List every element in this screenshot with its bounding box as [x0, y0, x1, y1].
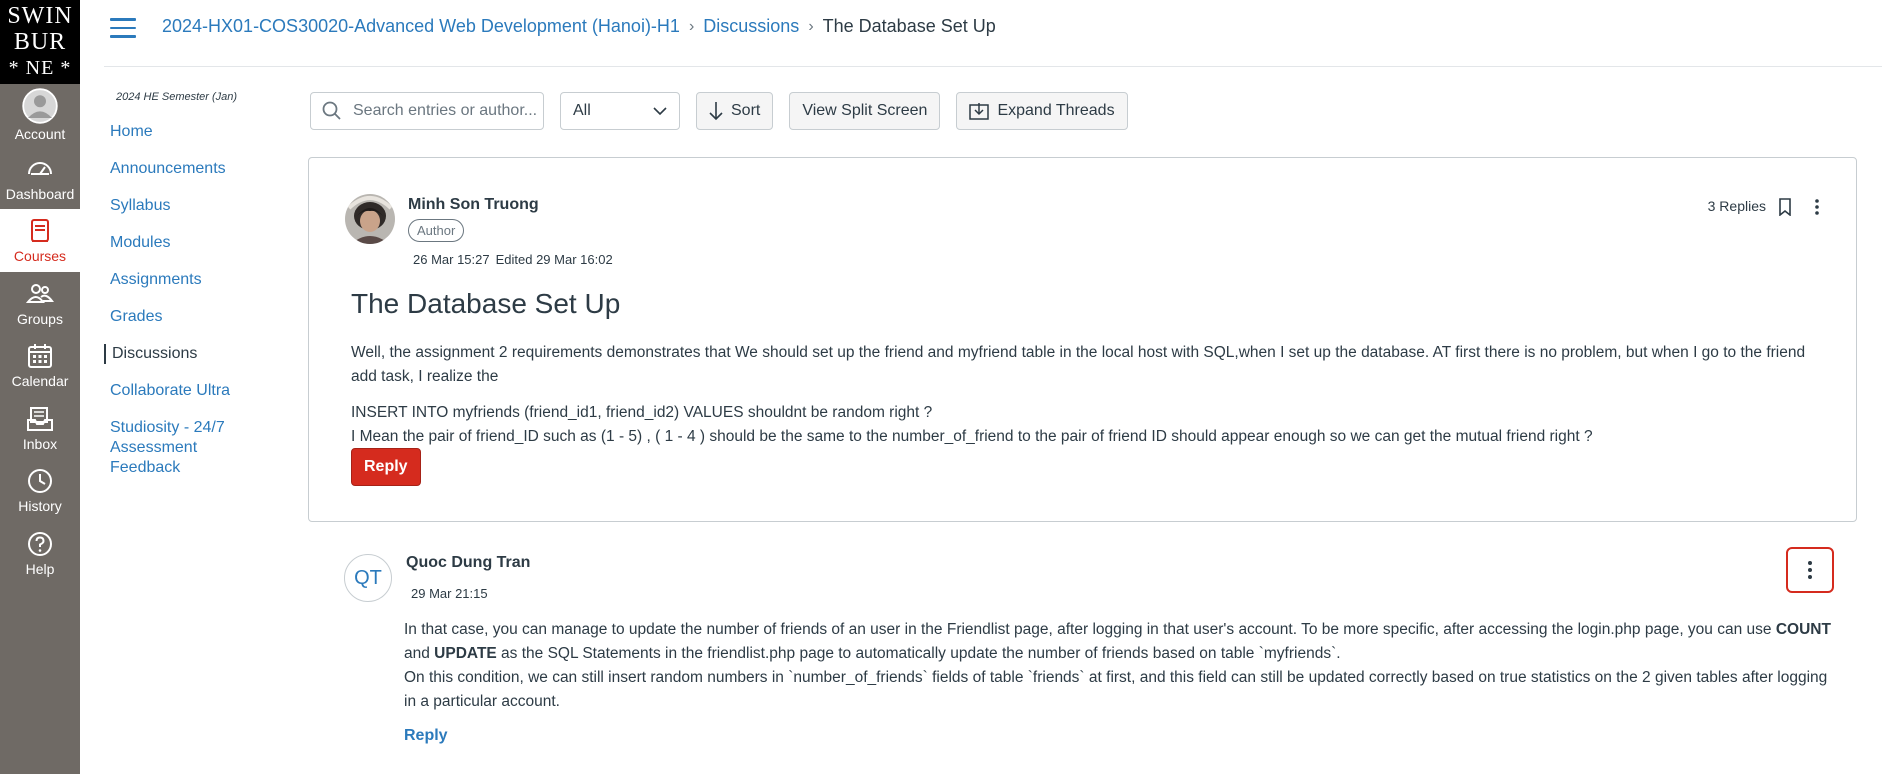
entry-paragraph: On this condition, we can still insert r… — [404, 669, 1828, 710]
post-paragraph: I Mean the pair of friend_ID such as (1 … — [351, 428, 1593, 445]
nav-courses[interactable]: Courses — [0, 209, 80, 272]
post-timestamp: 26 Mar 15:27 Edited 29 Mar 16:02 — [413, 252, 613, 267]
post-created-date: 26 Mar 15:27 — [413, 252, 490, 267]
expand-threads-button[interactable]: Expand Threads — [956, 92, 1128, 130]
avatar[interactable]: QT — [344, 554, 392, 602]
more-options-icon — [1808, 561, 1812, 579]
course-nav-modules[interactable]: Modules — [104, 233, 284, 253]
groups-icon — [25, 283, 55, 303]
nav-calendar-label: Calendar — [11, 373, 69, 390]
author-photo-icon — [345, 194, 395, 244]
breadcrumb-current: The Database Set Up — [822, 16, 996, 36]
split-screen-button-label: View Split Screen — [802, 102, 928, 119]
nav-history[interactable]: History — [0, 459, 80, 522]
nav-groups-label: Groups — [17, 310, 63, 327]
post-message: Well, the assignment 2 requirements demo… — [351, 341, 1811, 449]
nav-courses-label: Courses — [13, 248, 67, 265]
search-icon — [322, 101, 341, 120]
course-nav: 2024 HE Semester (Jan) Home Announcement… — [104, 84, 284, 495]
discussion-toolbar: Search entries or author... All Sort Vie… — [310, 92, 1128, 130]
expand-threads-button-label: Expand Threads — [997, 102, 1115, 119]
nav-help[interactable]: Help — [0, 522, 80, 585]
breadcrumb-discussions-link[interactable]: Discussions — [703, 16, 799, 37]
course-nav-assignments[interactable]: Assignments — [104, 270, 284, 290]
avatar[interactable] — [345, 194, 395, 244]
nav-account[interactable]: Account — [0, 84, 80, 147]
split-screen-button[interactable]: View Split Screen — [789, 92, 941, 130]
dashboard-icon — [28, 161, 52, 175]
discussion-topic: Minh Son Truong Author 26 Mar 15:27 Edite… — [308, 157, 1857, 522]
course-nav-syllabus[interactable]: Syllabus — [104, 196, 284, 216]
nav-account-label: Account — [14, 126, 66, 143]
hamburger-menu-icon[interactable] — [110, 18, 136, 38]
entry-timestamp: 29 Mar 21:15 — [411, 586, 488, 601]
breadcrumb: 2024-HX01-COS30020-Advanced Web Developm… — [162, 16, 996, 37]
swinburne-logo[interactable]: SWIN BUR * NE * — [0, 0, 80, 84]
course-nav-studiosity[interactable]: Studiosity - 24/7 Assessment Feedback — [104, 418, 254, 478]
post-paragraph: Well, the assignment 2 requirements demo… — [351, 344, 1806, 385]
header-divider — [104, 66, 1882, 67]
nav-inbox-label: Inbox — [22, 435, 58, 452]
entry-text: In that case, you can manage to update t… — [404, 621, 1776, 638]
post-paragraph: INSERT INTO myfriends (friend_id1, frien… — [351, 404, 933, 421]
course-nav-home[interactable]: Home — [104, 122, 284, 142]
expand-icon — [969, 103, 990, 120]
course-term: 2024 HE Semester (Jan) — [116, 91, 238, 103]
filter-select-value: All — [573, 102, 591, 119]
entry-keyword-update: UPDATE — [434, 645, 497, 662]
discussion-entry: QT Quoc Dung Tran 29 Mar 21:15 In that c… — [308, 540, 1857, 770]
nav-groups[interactable]: Groups — [0, 272, 80, 335]
entry-text: as the SQL Statements in the friendlist.… — [496, 645, 1341, 662]
author-role-badge: Author — [408, 219, 465, 242]
search-placeholder: Search entries or author... — [353, 102, 538, 119]
filter-select[interactable]: All — [560, 92, 680, 130]
sort-button-label: Sort — [731, 102, 761, 119]
nav-history-label: History — [18, 498, 62, 515]
replies-count: 3 Replies — [1707, 198, 1766, 214]
breadcrumb-course-link[interactable]: 2024-HX01-COS30020-Advanced Web Developm… — [162, 16, 680, 37]
breadcrumb-separator-icon: › — [688, 17, 695, 35]
entry-options-button[interactable] — [1786, 547, 1834, 593]
entry-reply-link[interactable]: Reply — [404, 727, 448, 745]
history-icon — [28, 469, 52, 494]
nav-dashboard[interactable]: Dashboard — [0, 147, 80, 210]
nav-help-label: Help — [25, 560, 55, 577]
global-nav: SWIN BUR * NE * Account Dashboard Course… — [0, 0, 80, 774]
logo-line-3: * NE * — [8, 57, 72, 79]
logo-line-2: BUR — [13, 29, 67, 55]
nav-dashboard-label: Dashboard — [5, 185, 75, 202]
logo-line-1: SWIN — [7, 3, 73, 29]
course-nav-discussions[interactable]: Discussions — [104, 344, 284, 364]
sort-button[interactable]: Sort — [696, 92, 774, 130]
top-bar: 2024-HX01-COS30020-Advanced Web Developm… — [80, 0, 1882, 55]
calendar-icon — [28, 344, 52, 369]
post-author-name[interactable]: Minh Son Truong — [408, 196, 539, 214]
course-nav-collaborate-ultra[interactable]: Collaborate Ultra — [104, 381, 284, 401]
nav-inbox[interactable]: Inbox — [0, 397, 80, 460]
account-icon — [22, 88, 58, 124]
chevron-down-icon — [653, 107, 667, 116]
more-options-icon[interactable] — [1814, 198, 1820, 216]
entry-keyword-count: COUNT — [1775, 621, 1831, 638]
entry-author-name[interactable]: Quoc Dung Tran — [406, 554, 530, 572]
course-nav-announcements[interactable]: Announcements — [104, 159, 284, 179]
courses-icon — [31, 219, 49, 243]
page-title: The Database Set Up — [351, 288, 621, 319]
arrow-down-icon — [709, 102, 723, 121]
bookmark-icon[interactable] — [1778, 198, 1792, 216]
course-nav-grades[interactable]: Grades — [104, 307, 284, 327]
help-icon — [28, 531, 52, 556]
entry-message: In that case, you can manage to update t… — [404, 618, 1834, 714]
search-input[interactable]: Search entries or author... — [310, 92, 544, 130]
reply-button[interactable]: Reply — [351, 448, 421, 486]
nav-calendar[interactable]: Calendar — [0, 334, 80, 397]
inbox-icon — [27, 406, 53, 431]
post-edited-date: Edited 29 Mar 16:02 — [495, 252, 613, 267]
entry-paragraph: In that case, you can manage to update t… — [404, 618, 1834, 666]
entry-text: and — [404, 645, 435, 662]
breadcrumb-separator-icon: › — [808, 17, 814, 35]
